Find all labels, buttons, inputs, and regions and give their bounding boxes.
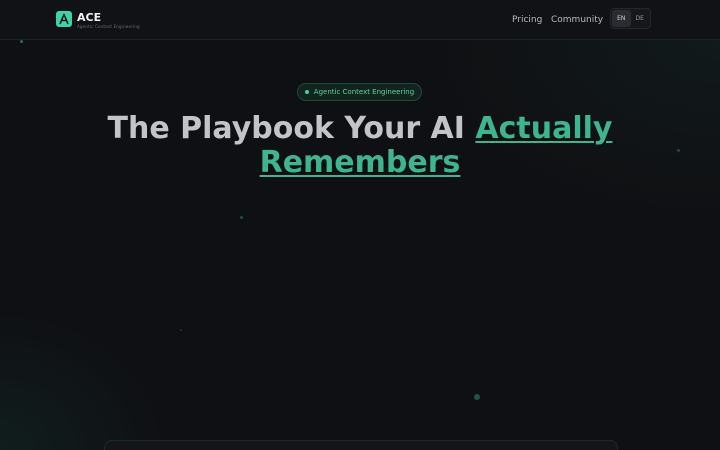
language-en-button[interactable]: EN: [612, 10, 631, 27]
hero-title-plain: The Playbook Your AI: [107, 111, 476, 146]
language-switcher: EN DE: [610, 8, 651, 29]
decorative-dot: [677, 149, 680, 152]
hero-title: The Playbook Your AI Actually Remembers: [60, 112, 660, 180]
hero-badge: Agentic Context Engineering: [297, 83, 422, 101]
decorative-dot: [474, 394, 480, 400]
landing-page: ACE Agentic Context Engineering Pricing …: [0, 0, 720, 450]
ace-logo-icon: [56, 11, 72, 27]
language-de-button[interactable]: DE: [631, 10, 650, 27]
content-card: [104, 440, 618, 450]
decorative-dot: [20, 40, 23, 43]
decorative-dot: [240, 216, 243, 219]
brand-tagline: Agentic Context Engineering: [77, 24, 140, 29]
status-dot-icon: [304, 90, 309, 94]
nav-item-pricing[interactable]: Pricing: [512, 0, 542, 39]
nav-link-pricing[interactable]: Pricing: [512, 15, 542, 25]
nav-item-community[interactable]: Community: [551, 0, 603, 39]
nav-link-community[interactable]: Community: [551, 15, 603, 25]
hero-badge-label: Agentic Context Engineering: [313, 88, 415, 96]
brand-name: ACE: [77, 11, 102, 24]
top-navbar: ACE Agentic Context Engineering Pricing …: [0, 0, 720, 40]
decorative-dot: [180, 329, 182, 331]
brand-link[interactable]: ACE Agentic Context Engineering: [56, 11, 140, 29]
